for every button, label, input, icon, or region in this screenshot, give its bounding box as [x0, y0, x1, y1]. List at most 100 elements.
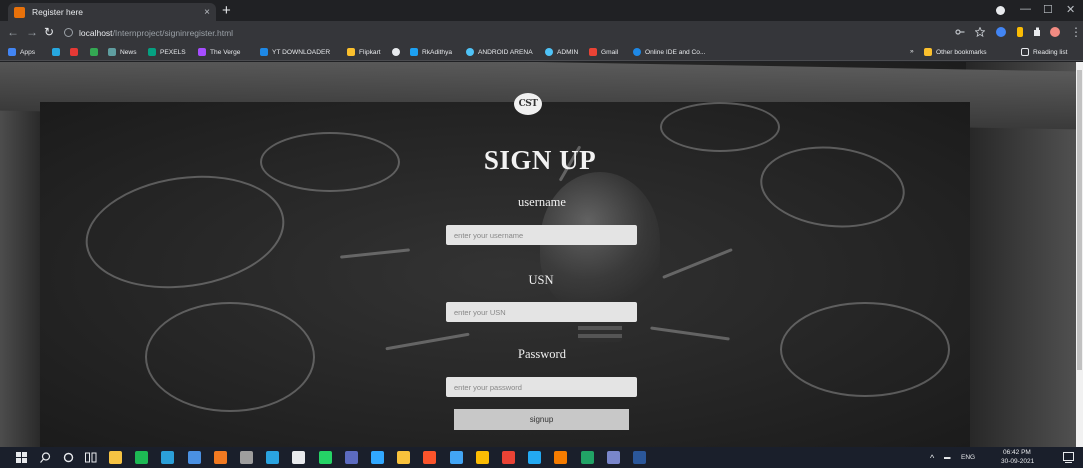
vscode-icon[interactable] [528, 451, 541, 464]
clock-date[interactable]: 30-09-2021 [1001, 458, 1034, 465]
maps-pin-icon [90, 48, 98, 56]
bookmark-label: Online IDE and Co... [645, 48, 706, 56]
bookmark-icon-9[interactable] [392, 48, 404, 56]
bookmark-news[interactable]: News [108, 48, 137, 56]
cortana-icon[interactable] [63, 452, 74, 463]
search-icon[interactable] [40, 452, 51, 463]
task-view-icon[interactable] [85, 452, 97, 463]
illustrator-icon[interactable] [214, 451, 227, 464]
other-bookmarks[interactable]: Other bookmarks [924, 48, 987, 56]
bookmark-icon-2[interactable] [70, 48, 82, 56]
star-bookmark-icon[interactable] [975, 27, 985, 37]
signup-button[interactable]: signup [454, 409, 629, 430]
notification-icon[interactable] [1063, 452, 1074, 463]
whatsapp-icon[interactable] [319, 451, 332, 464]
notes-icon[interactable] [397, 451, 410, 464]
vscode-blue-icon[interactable] [188, 451, 201, 464]
bookmark-the-verge[interactable]: The Verge [198, 48, 240, 56]
download-icon [260, 48, 268, 56]
profile-icon[interactable] [996, 6, 1005, 15]
brave-icon[interactable] [423, 451, 436, 464]
site-info-icon[interactable] [64, 28, 73, 37]
spotify-icon[interactable] [135, 451, 148, 464]
pexels-icon [148, 48, 156, 56]
reload-icon[interactable]: ↻ [44, 25, 54, 39]
bookmark-label: News [120, 48, 137, 56]
chatgpt-icon[interactable] [240, 451, 253, 464]
language-indicator[interactable]: ENG [961, 454, 975, 461]
bookmark-icon-1[interactable] [52, 48, 64, 56]
store-icon[interactable] [292, 451, 305, 464]
chalk-ray [340, 248, 410, 259]
page-favicon-icon [14, 6, 25, 18]
forward-arrow-icon[interactable]: → [26, 25, 38, 39]
bookmark-rkadithya[interactable]: RkAdithya [410, 48, 452, 56]
page-scrollbar[interactable] [1076, 62, 1083, 447]
app-blue-icon[interactable] [450, 451, 463, 464]
bookmark-label: ADMIN [557, 48, 579, 56]
window-close-icon[interactable]: ✕ [1066, 3, 1075, 16]
telegram-icon[interactable] [266, 451, 279, 464]
key-icon[interactable] [955, 27, 965, 37]
bookmark-icon-3[interactable] [90, 48, 102, 56]
bookmark-label: Flipkart [359, 48, 381, 56]
username-input[interactable] [446, 225, 637, 245]
chalk-circle [260, 132, 400, 192]
circle-icon [392, 48, 400, 56]
bookmark-android-arena[interactable]: ANDROID ARENA [466, 48, 533, 56]
bookmarks-overflow-button[interactable]: » [910, 48, 914, 55]
twitter-icon [410, 48, 418, 56]
profile-avatar-icon[interactable] [1050, 27, 1060, 37]
outlook-icon[interactable] [554, 451, 567, 464]
bookmark-admin[interactable]: ADMIN [545, 48, 578, 56]
username-label: username [518, 195, 566, 209]
news-icon [108, 48, 116, 56]
clock-time[interactable]: 06:42 PM [1003, 449, 1031, 456]
apps-grid-icon [8, 48, 16, 56]
app-circle-icon[interactable] [345, 451, 358, 464]
youtube-icon [70, 48, 78, 56]
chrome-icon[interactable] [502, 451, 515, 464]
overflow-chevron-icon: » [910, 48, 914, 55]
extension-blue-icon[interactable] [996, 27, 1006, 37]
word-icon[interactable] [633, 451, 646, 464]
maximize-icon[interactable]: ☐ [1043, 3, 1053, 16]
drive-icon[interactable] [476, 451, 489, 464]
tab-register-here[interactable]: Register here × [8, 3, 216, 21]
address-bar[interactable]: localhost /Internproject/signinregister.… [64, 24, 914, 41]
reading-list[interactable]: Reading list [1021, 48, 1067, 56]
usn-input[interactable] [446, 302, 637, 322]
bookmark-label: Reading list [1033, 48, 1068, 56]
photoshop-icon[interactable] [371, 451, 384, 464]
back-arrow-icon[interactable]: ← [7, 25, 19, 39]
file-explorer-icon[interactable] [109, 451, 122, 464]
bookmark-apps[interactable]: Apps [8, 48, 35, 56]
bookmark-yt-downloader[interactable]: YT DOWNLOADER [260, 48, 330, 56]
page-title: SIGN UP [483, 145, 597, 175]
extension-yellow-icon[interactable] [1017, 27, 1023, 37]
chalk-circle [756, 139, 909, 235]
bookmark-online-ide[interactable]: Online IDE and Co... [633, 48, 705, 56]
extensions-puzzle-icon[interactable] [1033, 27, 1043, 37]
bookmark-label: ANDROID ARENA [478, 48, 533, 56]
chalk-circle [660, 102, 780, 152]
bookmark-gmail[interactable]: Gmail [589, 48, 618, 56]
password-label: Password [518, 347, 566, 361]
excel-icon[interactable] [581, 451, 594, 464]
bookmark-label: RkAdithya [422, 48, 453, 56]
new-tab-button[interactable]: + [222, 2, 231, 19]
app-note-icon[interactable] [607, 451, 620, 464]
password-input[interactable] [446, 377, 637, 397]
bookmark-flipkart[interactable]: Flipkart [347, 48, 381, 56]
app-l-icon[interactable] [161, 451, 174, 464]
tray-chevron-icon[interactable]: ^ [930, 453, 934, 463]
menu-kebab-icon[interactable]: ⋮ [1070, 25, 1082, 39]
scrollbar-thumb[interactable] [1077, 70, 1082, 370]
bookmark-label: The Verge [210, 48, 241, 56]
minimize-icon[interactable]: — [1020, 3, 1031, 15]
windows-start-icon[interactable] [16, 452, 27, 463]
windows-taskbar: ^ ▬ ENG 06:42 PM 30-09-2021 [0, 447, 1083, 468]
network-icon[interactable]: ▬ [944, 454, 951, 461]
bookmark-pexels[interactable]: PEXELS [148, 48, 186, 56]
close-tab-icon[interactable]: × [204, 7, 210, 18]
